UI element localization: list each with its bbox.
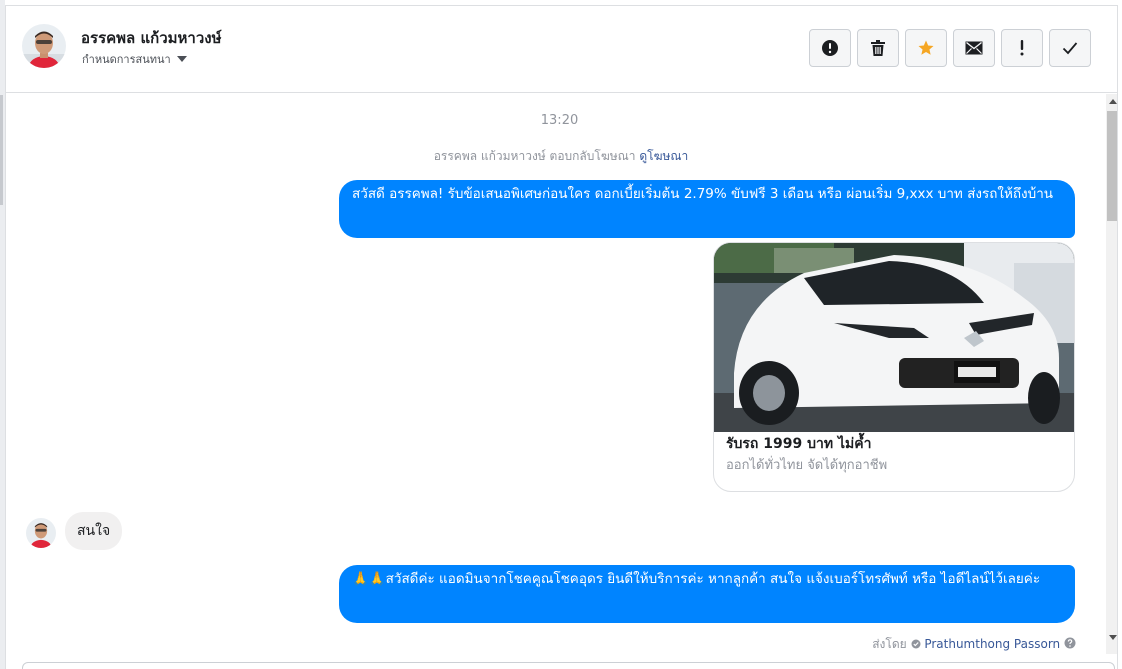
contact-avatar-small[interactable] <box>26 518 56 548</box>
view-ad-link[interactable]: ดูโฆษณา <box>639 149 688 163</box>
check-icon <box>1062 42 1078 55</box>
ad-card-subtitle: ออกได้ทั่วไทย จัดได้ทุกอาชีพ <box>726 458 888 473</box>
scrollbar-thumb[interactable] <box>1107 111 1117 221</box>
scroll-up-arrow-icon[interactable] <box>1109 99 1117 104</box>
contact-name[interactable]: อรรคพล แก้วมหาวงษ์ <box>81 26 221 50</box>
mark-unread-button[interactable] <box>953 29 995 67</box>
star-button[interactable] <box>905 29 947 67</box>
incoming-message: สนใจ <box>65 512 123 550</box>
contact-avatar[interactable] <box>22 24 66 68</box>
caret-down-icon <box>176 56 187 62</box>
envelope-icon <box>965 41 983 55</box>
ad-card-title: รับรถ 1999 บาท ไม่ค้ำ <box>726 436 872 452</box>
follow-up-button[interactable] <box>1001 29 1043 67</box>
assign-conversation-dropdown[interactable]: กำหนดการสนทนา <box>82 50 187 68</box>
delete-button[interactable] <box>857 29 899 67</box>
sent-by-label: ส่งโดย <box>872 637 907 651</box>
alert-circle-icon <box>822 40 838 56</box>
left-scroll-thumb[interactable] <box>0 95 3 205</box>
sent-by-line: ส่งโดย Prathumthong Passorn <box>6 635 1076 654</box>
star-icon <box>918 40 934 55</box>
verified-icon <box>911 639 920 649</box>
thread-scrollbar[interactable] <box>1106 94 1117 654</box>
scroll-down-arrow-icon[interactable] <box>1109 635 1117 640</box>
exclamation-icon <box>1020 40 1024 56</box>
ad-card[interactable]: รับรถ 1999 บาท ไม่ค้ำ ออกได้ทั่วไทย จัดไ… <box>713 242 1075 492</box>
ad-reply-notice: อรรคพล แก้วมหาวงษ์ ตอบกลับโฆษณา ดูโฆษณา <box>6 147 1106 166</box>
assign-conversation-label: กำหนดการสนทนา <box>82 53 171 66</box>
ad-reply-text: อรรคพล แก้วมหาวงษ์ ตอบกลับโฆษณา <box>433 149 636 163</box>
conversation-toolbar <box>809 29 1091 67</box>
message-thread[interactable]: 13:20 อรรคพล แก้วมหาวงษ์ ตอบกลับโฆษณา ดู… <box>6 94 1106 669</box>
message-text: สวัสดีค่ะ แอดมินจากโชคคูณโชคอุดร ยินดีให… <box>385 571 1041 587</box>
trash-icon <box>871 40 885 56</box>
outgoing-message: 🙏🙏สวัสดีค่ะ แอดมินจากโชคคูณโชคอุดร ยินดี… <box>339 565 1075 623</box>
reply-composer[interactable] <box>22 662 1115 669</box>
car-photo <box>714 243 1074 432</box>
help-icon[interactable] <box>1064 637 1076 649</box>
sender-name[interactable]: Prathumthong Passorn <box>924 637 1060 651</box>
outgoing-message: สวัสดี อรรคพล! รับข้อเสนอพิเศษก่อนใคร ดอ… <box>339 180 1075 238</box>
conversation-panel: อรรคพล แก้วมหาวงษ์ กำหนดการสนทนา 13:20 อ… <box>5 5 1118 669</box>
spam-button[interactable] <box>809 29 851 67</box>
pray-emoji-icon: 🙏🙏 <box>352 571 386 587</box>
message-timestamp: 13:20 <box>540 113 579 128</box>
conversation-header: อรรคพล แก้วมหาวงษ์ กำหนดการสนทนา <box>6 6 1117 93</box>
done-button[interactable] <box>1049 29 1091 67</box>
